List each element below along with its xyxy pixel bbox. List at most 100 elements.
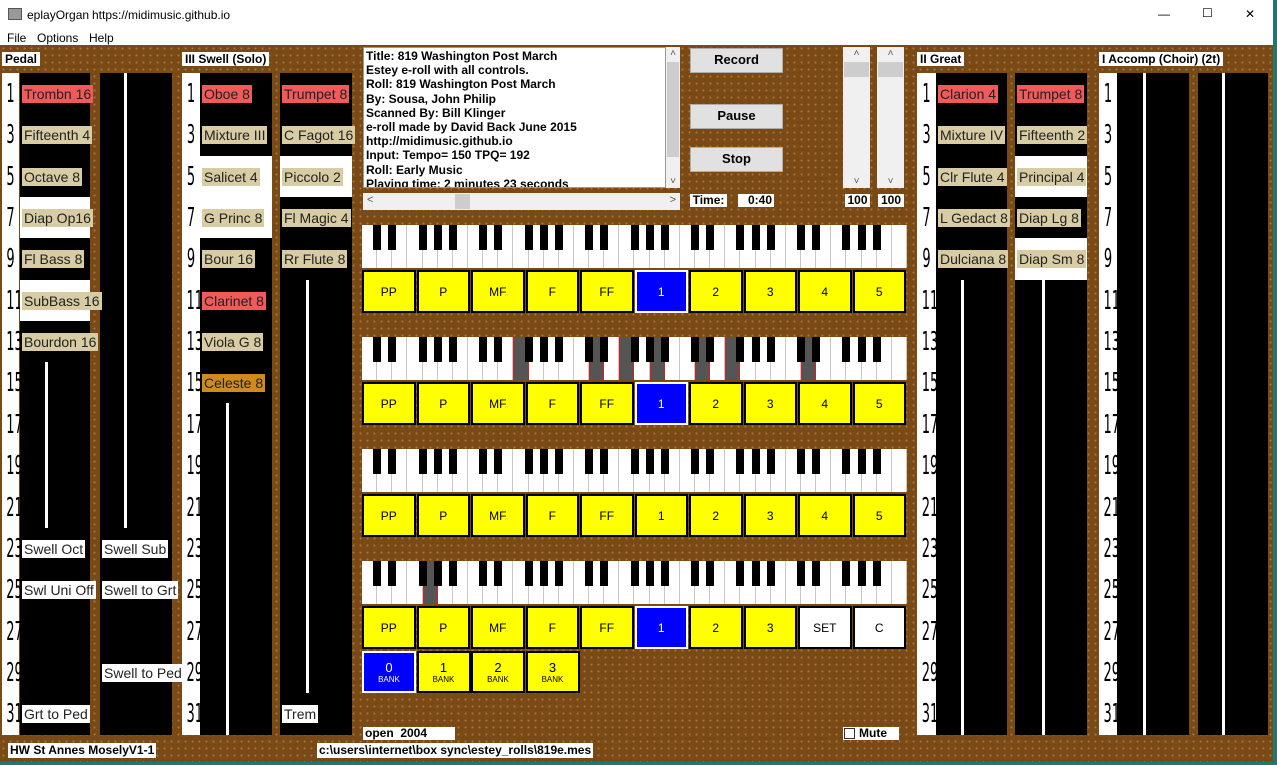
piano-key-black[interactable] bbox=[479, 449, 488, 474]
piano-key-black[interactable] bbox=[494, 449, 503, 474]
piano-key-black[interactable] bbox=[660, 449, 669, 474]
stop-tab[interactable]: Bourdon 16 bbox=[22, 333, 99, 352]
stop-tab[interactable]: Rr Flute 8 bbox=[282, 250, 348, 269]
stop-tab[interactable]: Oboe 8 bbox=[202, 85, 252, 103]
scroll-left-icon[interactable]: < bbox=[367, 194, 373, 206]
piano-key-black[interactable] bbox=[857, 449, 866, 474]
piano-key-black[interactable] bbox=[494, 225, 503, 250]
piano-key-black[interactable] bbox=[872, 225, 881, 250]
preset-button[interactable]: MF bbox=[471, 270, 525, 313]
preset-button[interactable]: SET bbox=[798, 606, 852, 649]
preset-button[interactable]: F bbox=[525, 494, 579, 537]
piano-key-black[interactable] bbox=[585, 225, 594, 250]
stop-tab[interactable]: Grt to Ped bbox=[22, 705, 90, 724]
preset-button[interactable]: FF bbox=[580, 270, 634, 313]
preset-button[interactable]: 4 bbox=[798, 270, 852, 313]
piano-key-black[interactable] bbox=[479, 337, 488, 362]
piano-key-black[interactable] bbox=[585, 561, 594, 586]
piano-key-black[interactable] bbox=[600, 449, 609, 474]
piano-key-black[interactable] bbox=[797, 561, 806, 586]
piano-key-black[interactable] bbox=[857, 225, 866, 250]
piano-key-black[interactable] bbox=[660, 225, 669, 250]
piano-key-black[interactable] bbox=[554, 449, 563, 474]
stop-tab[interactable]: SubBass 16 bbox=[22, 291, 102, 310]
piano-key-black[interactable] bbox=[691, 561, 700, 586]
piano-key-black[interactable] bbox=[524, 561, 533, 586]
preset-button[interactable]: FF bbox=[580, 382, 634, 425]
menu-help[interactable]: Help bbox=[89, 31, 114, 45]
preset-button[interactable]: F bbox=[525, 606, 579, 649]
stop-tab[interactable]: Fifteenth 4 bbox=[22, 126, 93, 145]
stop-tab[interactable]: Piccolo 2 bbox=[282, 167, 343, 186]
menu-options[interactable]: Options bbox=[37, 31, 78, 45]
preset-button[interactable]: P bbox=[416, 606, 470, 649]
piano-key-black[interactable] bbox=[706, 561, 715, 586]
piano-key-black[interactable] bbox=[388, 561, 397, 586]
keyboard[interactable] bbox=[362, 225, 907, 268]
piano-key-white[interactable] bbox=[891, 449, 907, 492]
piano-key-black[interactable] bbox=[630, 561, 639, 586]
piano-key-black[interactable] bbox=[539, 225, 548, 250]
piano-key-black[interactable] bbox=[857, 561, 866, 586]
piano-key-black[interactable] bbox=[751, 561, 760, 586]
piano-key-black[interactable] bbox=[585, 337, 594, 362]
piano-key-black[interactable] bbox=[736, 337, 745, 362]
preset-button[interactable]: 5 bbox=[852, 270, 906, 313]
piano-key-black[interactable] bbox=[797, 225, 806, 250]
piano-key-black[interactable] bbox=[751, 337, 760, 362]
piano-key-black[interactable] bbox=[691, 337, 700, 362]
roll-info-textbox[interactable]: Title: 819 Washington Post March Estey e-… bbox=[363, 47, 666, 188]
scroll-up-icon[interactable]: ˄ bbox=[877, 48, 904, 59]
piano-key-black[interactable] bbox=[539, 449, 548, 474]
preset-button[interactable]: 2 bbox=[689, 494, 743, 537]
piano-key-black[interactable] bbox=[524, 337, 533, 362]
preset-button[interactable]: 2 bbox=[689, 606, 743, 649]
stop-tab[interactable]: Swell Oct bbox=[22, 539, 86, 558]
piano-key-black[interactable] bbox=[645, 449, 654, 474]
scroll-right-icon[interactable]: > bbox=[670, 194, 676, 206]
menu-file[interactable]: File bbox=[7, 31, 26, 45]
stop-tab[interactable]: Clarion 4 bbox=[938, 85, 999, 103]
bank-button[interactable]: 2 BANK bbox=[471, 651, 525, 693]
piano-key-black[interactable] bbox=[539, 337, 548, 362]
piano-key-black[interactable] bbox=[872, 561, 881, 586]
piano-key-black[interactable] bbox=[418, 337, 427, 362]
volume-slider-1[interactable]: ˄ ˅ bbox=[843, 47, 870, 188]
piano-key-black[interactable] bbox=[842, 225, 851, 250]
volume-thumb[interactable] bbox=[844, 62, 869, 77]
piano-key-black[interactable] bbox=[585, 449, 594, 474]
piano-key-black[interactable] bbox=[448, 225, 457, 250]
piano-key-black[interactable] bbox=[418, 449, 427, 474]
piano-key-black[interactable] bbox=[842, 337, 851, 362]
stop-tab[interactable]: G Princ 8 bbox=[202, 209, 265, 228]
close-button[interactable]: ✕ bbox=[1245, 7, 1255, 21]
piano-key-black[interactable] bbox=[706, 449, 715, 474]
piano-key-black[interactable] bbox=[645, 561, 654, 586]
piano-key-black[interactable] bbox=[554, 561, 563, 586]
piano-key-black[interactable] bbox=[706, 225, 715, 250]
volume-thumb[interactable] bbox=[878, 62, 903, 77]
preset-button[interactable]: 3 bbox=[743, 270, 797, 313]
position-scrollbar[interactable]: < > bbox=[363, 193, 680, 210]
stop-tab[interactable]: L Gedact 8 bbox=[938, 209, 1010, 228]
piano-key-black[interactable] bbox=[524, 449, 533, 474]
checkbox-icon[interactable] bbox=[844, 728, 855, 739]
piano-key-black[interactable] bbox=[539, 561, 548, 586]
stop-tab[interactable]: Trem bbox=[282, 705, 319, 724]
piano-key-white[interactable] bbox=[891, 225, 907, 268]
stop-tab[interactable]: Fl Magic 4 bbox=[282, 209, 351, 228]
piano-key-black[interactable] bbox=[448, 337, 457, 362]
scroll-down-icon[interactable]: ˅ bbox=[877, 176, 904, 187]
piano-key-black[interactable] bbox=[857, 337, 866, 362]
info-vertical-scrollbar[interactable]: ˄ ˅ bbox=[666, 47, 680, 188]
stop-tab[interactable]: Diap Sm 8 bbox=[1017, 250, 1087, 269]
stop-tab[interactable]: Trumpet 8 bbox=[1017, 85, 1085, 103]
piano-key-black[interactable] bbox=[812, 225, 821, 250]
preset-button[interactable]: 4 bbox=[798, 382, 852, 425]
stop-button[interactable]: Stop bbox=[690, 147, 783, 172]
piano-key-black[interactable] bbox=[660, 561, 669, 586]
preset-button[interactable]: P bbox=[416, 382, 470, 425]
preset-button[interactable]: PP bbox=[362, 270, 416, 313]
piano-key-black[interactable] bbox=[797, 449, 806, 474]
scroll-up-icon[interactable]: ˄ bbox=[666, 48, 680, 59]
